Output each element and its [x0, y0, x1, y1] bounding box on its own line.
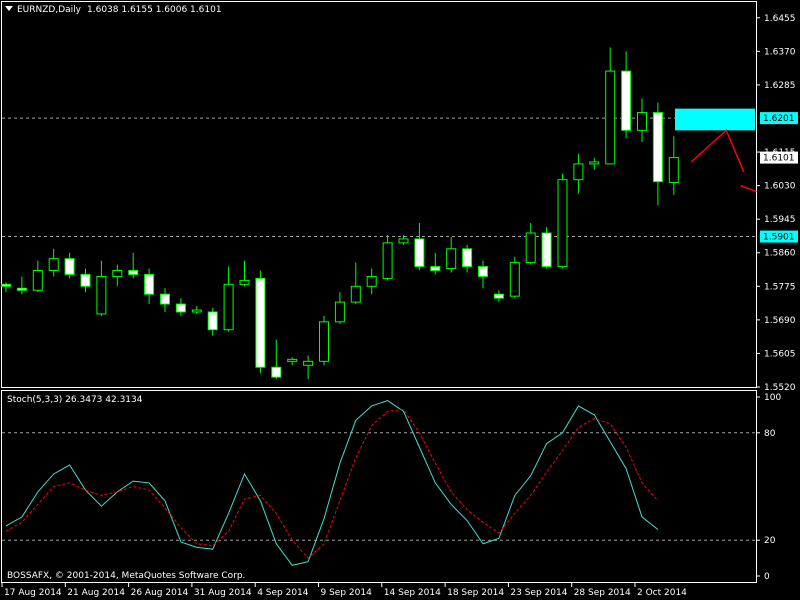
price-tick-label: 1.5775	[764, 282, 796, 292]
candle-body-bear	[621, 70, 632, 131]
resistance-zone-layer[interactable]	[675, 108, 755, 131]
price-marker-label: 1.5901	[763, 233, 795, 243]
price-tick-label: 1.6455	[764, 14, 796, 24]
candle-body-bull	[350, 285, 361, 303]
price-tick-label: 1.6030	[764, 182, 796, 192]
price-tick-label: 1.5945	[764, 215, 796, 225]
time-tick-label: 17 Aug 2014	[4, 588, 62, 598]
copyright-text: BOSSAFX, © 2001-2014, MetaQuotes Softwar…	[7, 571, 245, 581]
candle-body-bull	[509, 262, 520, 297]
candle-body-bear	[493, 293, 504, 299]
price-marker: 1.6101	[760, 151, 798, 164]
candle-body-bear	[175, 303, 186, 313]
chart-background	[0, 0, 800, 600]
stoch-tick-label: 0	[764, 572, 770, 582]
time-tick-label: 4 Sep 2014	[257, 588, 309, 598]
candle-body-bull	[605, 70, 616, 165]
candle-body-bear	[64, 258, 75, 275]
price-tick-label: 1.6285	[764, 81, 796, 91]
time-tick-label: 26 Aug 2014	[131, 588, 189, 598]
price-marker-label: 1.6201	[763, 114, 795, 124]
candle-body-bear	[652, 112, 663, 183]
candle-body-bear	[478, 266, 488, 277]
candle-body-bull	[287, 358, 298, 362]
candle-body-bull	[366, 275, 377, 287]
candle-body-bull	[589, 161, 600, 165]
candle-body-bull	[573, 163, 584, 181]
candle-body-bull	[525, 232, 536, 264]
symbol-title: EURNZD,Daily	[17, 5, 82, 15]
stoch-tick-label: 80	[764, 429, 776, 439]
price-tick-label: 1.5690	[764, 316, 796, 326]
candle-body-bull	[398, 238, 409, 244]
candle-body-bear	[207, 311, 218, 331]
resistance-zone-rect[interactable]	[675, 108, 755, 131]
price-marker: 1.6201	[760, 112, 798, 125]
candle-body-bear	[1, 283, 11, 287]
time-tick-label: 18 Sep 2014	[447, 588, 504, 598]
candle-body-bull	[239, 279, 250, 285]
time-tick-label: 28 Sep 2014	[574, 588, 631, 598]
time-tick-label: 21 Aug 2014	[67, 588, 125, 598]
ohlc-readout: 1.6038 1.6155 1.6006 1.6101	[87, 5, 222, 15]
candle-body-bull	[637, 112, 647, 131]
stoch-tick-label: 100	[764, 393, 781, 403]
candle-body-bull	[334, 301, 345, 323]
candle-body-bull	[303, 360, 314, 366]
candle-body-bull	[446, 248, 457, 270]
candle-body-bear	[430, 266, 441, 272]
candle-body-bull	[319, 321, 329, 362]
candle	[255, 270, 266, 374]
candle-body-bear	[414, 238, 425, 268]
candle-body-bear	[16, 287, 27, 291]
candle-body-bear	[462, 248, 473, 268]
time-tick-label: 23 Sep 2014	[510, 588, 567, 598]
stoch-title: Stoch(5,3,3) 26.3473 42.3134	[7, 395, 143, 405]
price-tick-label: 1.5860	[764, 249, 796, 259]
candle	[557, 173, 568, 269]
candle-body-bear	[144, 273, 155, 295]
candle-body-bear	[80, 273, 91, 287]
candle-body-bull	[191, 309, 202, 313]
candle-body-bull	[96, 275, 107, 315]
stoch-tick-label: 20	[764, 536, 776, 546]
candle-body-bear	[160, 293, 170, 305]
candle-body-bear	[255, 277, 266, 368]
candle-body-bear	[271, 366, 282, 378]
candle	[541, 227, 552, 269]
time-tick-label: 9 Sep 2014	[321, 588, 373, 598]
candle-body-bull	[557, 179, 568, 268]
candle-body-bull	[382, 242, 393, 279]
candle	[319, 315, 329, 366]
candle-body-bull	[668, 157, 679, 183]
time-tick-label: 14 Sep 2014	[384, 588, 441, 598]
candle-body-bear	[128, 270, 139, 275]
time-tick-label: 31 Aug 2014	[194, 588, 252, 598]
price-tick-label: 1.5605	[764, 349, 796, 359]
candle-body-bull	[112, 270, 123, 277]
candle-body-bull	[32, 270, 43, 291]
candle-body-bull	[223, 283, 234, 331]
price-tick-label: 1.6370	[764, 47, 796, 57]
candle-body-bull	[48, 258, 59, 272]
candle-body-bear	[541, 232, 552, 268]
price-marker-label: 1.6101	[763, 154, 795, 164]
candle	[509, 256, 520, 299]
price-tick-label: 1.5520	[764, 383, 796, 393]
trading-chart-window[interactable]: EURNZD,Daily 1.6038 1.6155 1.6006 1.6101…	[0, 0, 800, 600]
price-marker: 1.5901	[760, 230, 798, 243]
time-tick-label: 2 Oct 2014	[637, 588, 687, 598]
